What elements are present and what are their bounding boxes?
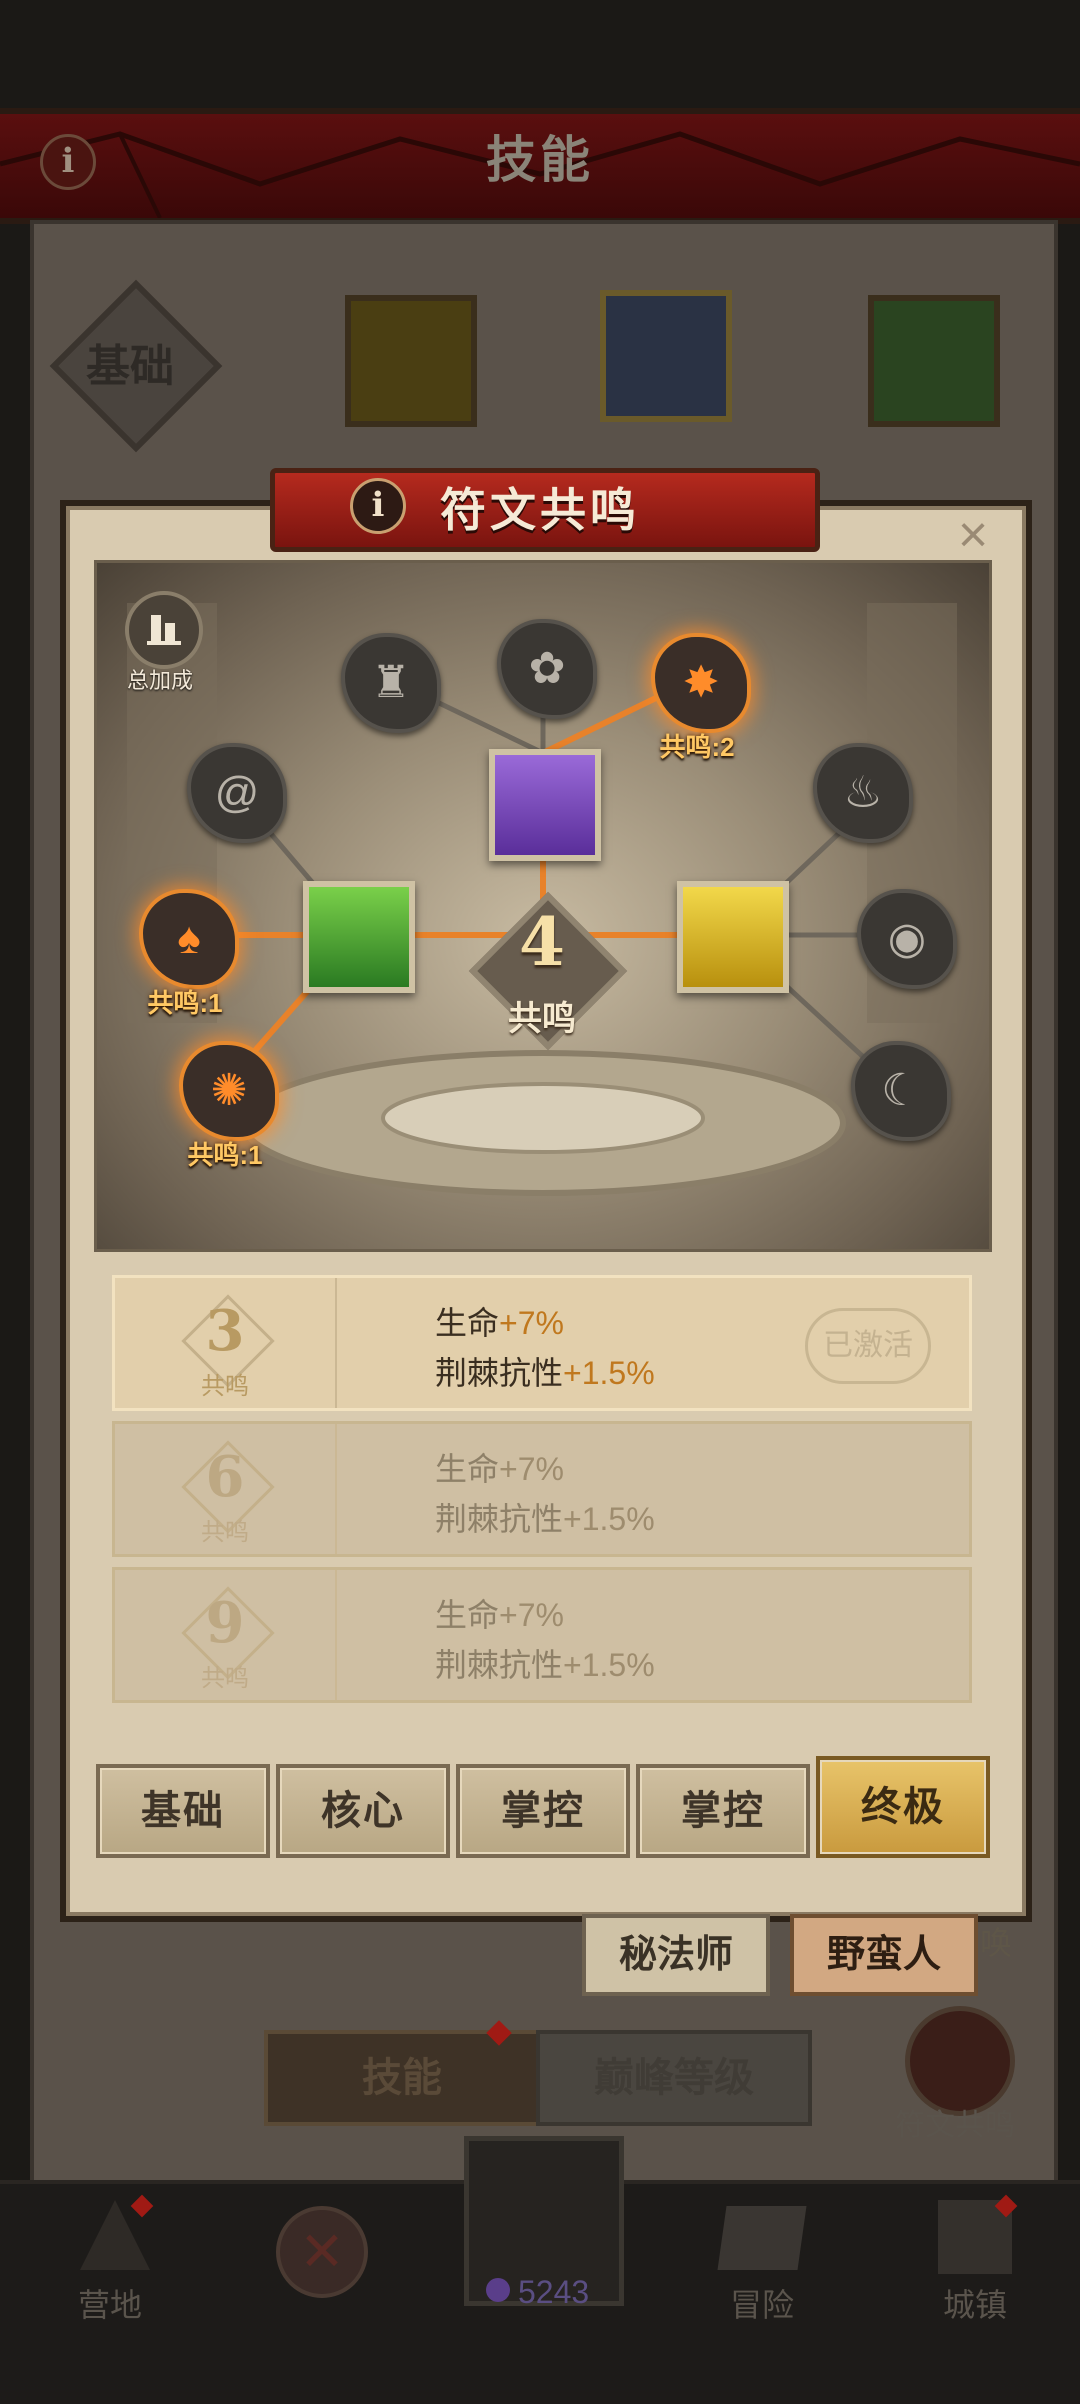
rune-resonance-label: 共鸣:2 — [659, 732, 735, 762]
tier-level: 3 — [205, 1298, 245, 1364]
tab-mastery-1[interactable]: 掌控 — [456, 1764, 630, 1858]
nav-town[interactable]: 城镇 — [900, 2280, 1050, 2326]
tier-divider — [335, 1278, 337, 1408]
close-icon[interactable]: × — [948, 509, 998, 561]
resonance-count: 4 — [519, 903, 565, 981]
gold-skill-node[interactable] — [677, 881, 789, 993]
tier-level-label: 共鸣 — [201, 1665, 249, 1692]
rune-slot-flame-crown[interactable]: ♜ — [341, 633, 441, 733]
rune-slot-claw-active[interactable]: ♠ — [139, 889, 239, 989]
tier-bonus-line-1: 生命+7% — [435, 1305, 564, 1341]
tier-level-label: 共鸣 — [201, 1519, 249, 1546]
tier-row: 9 共鸣 生命+7% 荆棘抗性+1.5% — [112, 1567, 972, 1703]
class-button-arcanist[interactable]: 秘法师 — [582, 1914, 770, 1996]
green-skill-node[interactable] — [303, 881, 415, 993]
purple-skill-node[interactable] — [489, 749, 601, 861]
rune-slot-fire[interactable]: ♨ — [813, 743, 913, 843]
resonance-count-label: 共鸣 — [508, 1000, 576, 1038]
tier-row: 3 共鸣 生命+7% 荆棘抗性+1.5% 已激活 — [112, 1275, 972, 1411]
tab-paragon-level[interactable]: 巅峰等级 — [536, 2030, 812, 2126]
tier-level: 6 — [205, 1444, 245, 1510]
base-skill-label: 基础 — [86, 342, 174, 391]
rune-slot-horn[interactable]: ☾ — [851, 1041, 951, 1141]
tier-divider — [335, 1570, 337, 1700]
rune-slot-flower[interactable]: ✿ — [497, 619, 597, 719]
page-title: 技能 — [486, 132, 594, 188]
rune-slot-burst-active[interactable]: ✸ — [651, 633, 751, 733]
close-circle-icon[interactable]: ✕ — [276, 2206, 368, 2298]
tier-row: 6 共鸣 生命+7% 荆棘抗性+1.5% — [112, 1421, 972, 1557]
tab-base[interactable]: 基础 — [96, 1764, 270, 1858]
tier-bonus-line-2: 荆棘抗性+1.5% — [435, 1501, 655, 1537]
rune-slot-eye[interactable]: ◉ — [857, 889, 957, 989]
gem-icon — [486, 2278, 510, 2302]
tier-level-label: 共鸣 — [201, 1373, 249, 1400]
sword-specialization-icon[interactable] — [868, 295, 1000, 427]
tab-mastery-2[interactable]: 掌控 — [636, 1764, 810, 1858]
tier-bonus-line-1: 生命+7% — [435, 1451, 564, 1487]
tab-ultimate[interactable]: 终极 — [816, 1756, 990, 1858]
rune-resonance-label: 共鸣:1 — [187, 1140, 263, 1170]
tab-core[interactable]: 核心 — [276, 1764, 450, 1858]
rune-shortcut-label: 符文共鸣 — [895, 2109, 1015, 2142]
tier-bonus-line-2: 荆棘抗性+1.5% — [435, 1647, 655, 1683]
tier-divider — [335, 1424, 337, 1554]
info-icon[interactable]: i — [40, 134, 96, 190]
rune-slot-splash-active[interactable]: ✺ — [179, 1041, 279, 1141]
hammer-specialization-icon[interactable] — [600, 290, 732, 422]
map-icon — [717, 2206, 807, 2270]
info-icon[interactable]: i — [350, 478, 406, 534]
tier-level: 9 — [205, 1590, 245, 1656]
class-button-barbarian[interactable]: 野蛮人 — [790, 1914, 978, 1996]
activated-stamp: 已激活 — [805, 1308, 931, 1384]
tier-bonus-line-2: 荆棘抗性+1.5% — [435, 1355, 655, 1391]
rune-slot-swirl[interactable]: @ — [187, 743, 287, 843]
axe-specialization-icon[interactable] — [345, 295, 477, 427]
rune-arena: 总加成 ♜ ✿ ✸ 共鸣:2 @ ♨ ♠ 共鸣:1 ◉ ✺ 共鸣:1 ☾ 4 共… — [94, 560, 992, 1252]
bar-chart-icon[interactable] — [125, 591, 203, 669]
nav-adventure[interactable]: 冒险 — [687, 2280, 837, 2326]
tier-bonus-line-1: 生命+7% — [435, 1597, 564, 1633]
currency-value: 5243 — [518, 2274, 590, 2310]
total-bonus-label: 总加成 — [126, 668, 193, 693]
side-cut-label: 唤 — [980, 1925, 1013, 1961]
nav-camp[interactable]: 营地 — [35, 2280, 185, 2326]
rune-resonance-label: 共鸣:1 — [147, 988, 223, 1018]
